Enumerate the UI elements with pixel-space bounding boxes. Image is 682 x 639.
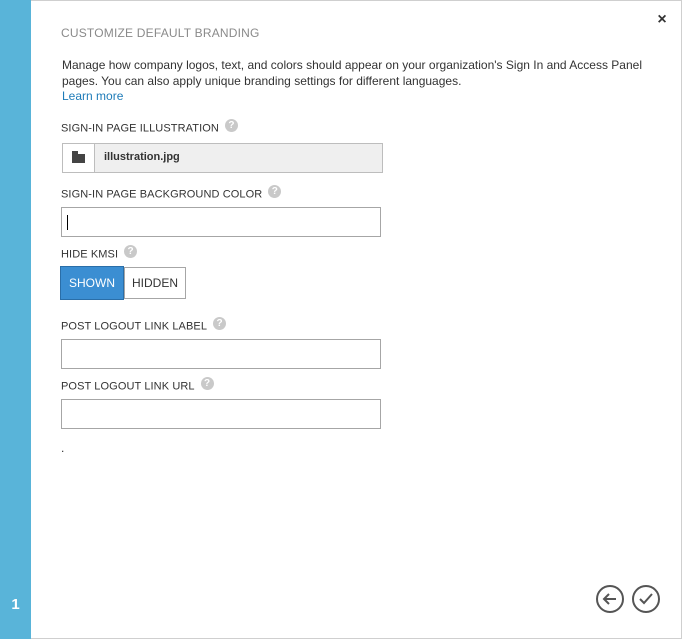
post-logout-url-label-row: POST LOGOUT LINK URL?: [61, 377, 214, 393]
step-sidebar: 1: [0, 0, 31, 639]
help-icon[interactable]: ?: [200, 377, 214, 390]
illustration-file-picker[interactable]: illustration.jpg: [62, 143, 383, 173]
help-icon[interactable]: ?: [268, 185, 282, 198]
browse-button[interactable]: [63, 144, 95, 172]
step-number: 1: [11, 596, 20, 613]
stray-text: .: [61, 441, 65, 455]
post-logout-url-label: POST LOGOUT LINK URL: [61, 380, 195, 393]
folder-icon: [72, 151, 85, 163]
post-logout-url-input[interactable]: [61, 399, 381, 429]
help-icon[interactable]: ?: [124, 245, 138, 258]
hide-kmsi-label: HIDE KMSI: [61, 248, 119, 261]
help-icon[interactable]: ?: [213, 317, 227, 330]
learn-more-link[interactable]: Learn more: [62, 89, 123, 103]
toggle-shown-button[interactable]: SHOWN: [60, 266, 124, 300]
dialog-title: CUSTOMIZE DEFAULT BRANDING: [61, 26, 260, 40]
dialog-description: Manage how company logos, text, and colo…: [62, 58, 642, 88]
illustration-label: SIGN-IN PAGE ILLUSTRATION: [61, 122, 219, 135]
hide-kmsi-toggle[interactable]: SHOWN HIDDEN: [60, 266, 187, 300]
background-color-label-row: SIGN-IN PAGE BACKGROUND COLOR?: [61, 185, 282, 201]
help-icon[interactable]: ?: [224, 119, 238, 132]
text-caret: [67, 215, 68, 230]
background-color-label: SIGN-IN PAGE BACKGROUND COLOR: [61, 188, 263, 201]
checkmark-icon: [639, 593, 653, 605]
background-color-input[interactable]: [61, 207, 381, 237]
illustration-filename: illustration.jpg: [104, 151, 180, 163]
post-logout-label-label: POST LOGOUT LINK LABEL: [61, 320, 208, 333]
hide-kmsi-label-row: HIDE KMSI?: [61, 245, 138, 261]
toggle-hidden-button[interactable]: HIDDEN: [124, 267, 187, 299]
arrow-left-icon: [602, 593, 616, 605]
close-button[interactable]: ×: [654, 12, 670, 28]
complete-button[interactable]: [632, 585, 660, 613]
back-button[interactable]: [596, 585, 624, 613]
post-logout-label-row: POST LOGOUT LINK LABEL?: [61, 317, 227, 333]
post-logout-label-input[interactable]: [61, 339, 381, 369]
illustration-label-row: SIGN-IN PAGE ILLUSTRATION?: [61, 119, 238, 135]
